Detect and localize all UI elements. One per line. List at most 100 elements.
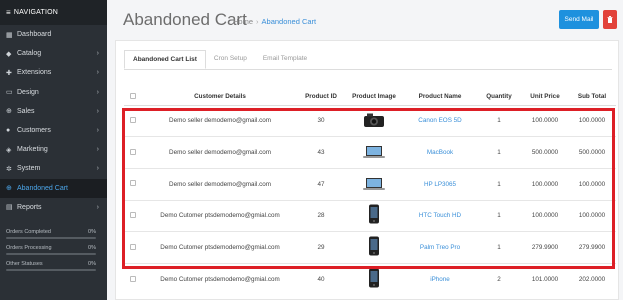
table-row[interactable]: Demo Cutomer ptsdemodemo@gmial.com 28 HTC … [124, 199, 616, 232]
unit-price-cell: 279.9900 [522, 231, 568, 264]
laptop-icon[interactable] [362, 175, 386, 193]
column-header: Product Image [344, 89, 404, 106]
sidebar-item-design[interactable]: ▭ Design › [0, 83, 107, 102]
product-name-link[interactable]: HP LP3065 [424, 181, 456, 188]
product-image-cell [344, 231, 404, 264]
phone-icon[interactable] [362, 236, 386, 256]
product-id-cell: 43 [298, 136, 344, 169]
table-row[interactable]: Demo seller demodemo@gmail.com 43 MacBook 1… [124, 136, 616, 169]
sidebar-item-reports[interactable]: ▤ Reports › [0, 198, 107, 217]
chevron-right-icon: › [96, 127, 99, 135]
customer-details-cell: Demo Cutomer ptsdemodemo@gmial.com [142, 231, 298, 264]
unit-price-cell: 100.0000 [522, 167, 568, 201]
breadcrumb-separator: › [256, 17, 259, 26]
sidebar-item-label: System [17, 165, 41, 173]
sub-total-cell: 100.0000 [568, 199, 616, 232]
breadcrumb-home[interactable]: Home [233, 17, 253, 26]
sidebar-item-label: Catalog [17, 50, 42, 58]
progress-bar [6, 269, 96, 271]
sub-total-cell: 202.0000 [568, 262, 616, 296]
breadcrumb-current[interactable]: Abandoned Cart [262, 17, 317, 26]
tab-abandoned-cart-list[interactable]: Abandoned Cart List [124, 50, 206, 69]
column-header[interactable]: Unit Price [522, 89, 568, 106]
quantity-cell: 1 [476, 167, 522, 201]
delete-button[interactable] [603, 10, 617, 29]
camera-icon[interactable] [362, 111, 386, 129]
product-image-cell [344, 167, 404, 201]
sidebar-item-catalog[interactable]: ◆ Catalog › [0, 44, 107, 63]
row-checkbox[interactable] [130, 275, 136, 282]
stat-orders-completed: Orders Completed 0% [6, 229, 96, 239]
stat-label: Orders Processing [6, 245, 52, 251]
tab-cron-setup[interactable]: Cron Setup [206, 50, 255, 69]
row-select-cell [124, 231, 142, 264]
progress-bar [6, 253, 96, 255]
column-header[interactable]: Product ID [298, 89, 344, 106]
sidebar-item-label: Dashboard [17, 31, 52, 39]
product-name-cell: HTC Touch HD [404, 199, 476, 232]
chevron-right-icon: › [96, 165, 99, 173]
product-id-cell: 29 [298, 231, 344, 264]
row-checkbox[interactable] [130, 148, 136, 155]
monitor-icon: ▭ [6, 89, 13, 97]
stat-label: Other Statuses [6, 261, 43, 267]
row-checkbox[interactable] [130, 116, 136, 123]
product-name-link[interactable]: HTC Touch HD [419, 212, 461, 219]
product-name-link[interactable]: Palm Treo Pro [420, 244, 460, 251]
row-select-cell [124, 167, 142, 201]
quantity-cell: 1 [476, 231, 522, 264]
product-name-cell: iPhone [404, 262, 476, 296]
sidebar-item-customers[interactable]: ● Customers › [0, 121, 107, 140]
sidebar-item-abandoned-cart[interactable]: ⊕ Abandoned Cart [0, 178, 107, 198]
cart-panel: Abandoned Cart List Cron Setup Email Tem… [115, 40, 619, 300]
laptop-icon[interactable] [362, 143, 386, 161]
column-header[interactable]: Product Name [404, 89, 476, 106]
sub-total-cell: 100.0000 [568, 104, 616, 137]
quantity-cell: 1 [476, 199, 522, 232]
product-image-cell [344, 262, 404, 296]
chart-icon: ▤ [6, 204, 13, 212]
sidebar-item-system[interactable]: ✲ System › [0, 159, 107, 178]
product-name-cell: Palm Treo Pro [404, 231, 476, 264]
sidebar-item-label: Design [17, 88, 39, 96]
stat-value: 0% [88, 229, 96, 235]
product-name-link[interactable]: iPhone [430, 276, 450, 283]
table-row[interactable]: Demo Cutomer ptsdemodemo@gmial.com 29 Palm… [124, 231, 616, 264]
row-select-cell [124, 104, 142, 137]
column-header[interactable]: Quantity [476, 89, 522, 106]
phone-icon[interactable] [362, 204, 386, 224]
unit-price-cell: 500.0000 [522, 136, 568, 169]
customer-details-cell: Demo Cutomer ptsdemodemo@gmial.com [142, 199, 298, 232]
stat-orders-processing: Orders Processing 0% [6, 245, 96, 255]
sidebar-item-extensions[interactable]: ✚ Extensions › [0, 63, 107, 82]
sidebar-item-dashboard[interactable]: ▦ Dashboard [0, 25, 107, 44]
sidebar-item-sales[interactable]: ⊕ Sales › [0, 102, 107, 121]
chevron-right-icon: › [96, 69, 99, 77]
product-name-link[interactable]: MacBook [427, 149, 453, 156]
table-row[interactable]: Demo Cutomer ptsdemodemo@gmial.com 40 iPho… [124, 262, 616, 296]
select-all-checkbox[interactable] [130, 92, 136, 99]
product-image-cell [344, 199, 404, 232]
table-row[interactable]: Demo seller demodemo@gmail.com 47 HP LP306… [124, 167, 616, 201]
column-header[interactable]: Customer Details [142, 89, 298, 106]
chevron-right-icon: › [96, 203, 99, 211]
customer-details-cell: Demo Cutomer ptsdemodemo@gmial.com [142, 262, 298, 296]
tab-email-template[interactable]: Email Template [255, 50, 315, 69]
table-row[interactable]: Demo seller demodemo@gmail.com 30 Canon EO… [124, 104, 616, 137]
row-checkbox[interactable] [130, 180, 136, 187]
column-header[interactable]: Sub Total [568, 89, 616, 106]
tab-bar: Abandoned Cart List Cron Setup Email Tem… [124, 50, 315, 69]
product-name-link[interactable]: Canon EOS 5D [418, 117, 461, 124]
sidebar-item-label: Extensions [17, 69, 52, 77]
product-image-cell [344, 104, 404, 137]
row-select-cell [124, 136, 142, 169]
tab-divider [124, 69, 612, 70]
row-checkbox[interactable] [130, 243, 136, 250]
phone-icon[interactable] [362, 268, 386, 288]
customer-details-cell: Demo seller demodemo@gmail.com [142, 136, 298, 169]
sidebar-item-marketing[interactable]: ◈ Marketing › [0, 140, 107, 159]
chevron-right-icon: › [96, 50, 99, 58]
page-title: Abandoned Cart [123, 10, 247, 29]
send-mail-button[interactable]: Send Mail [559, 10, 599, 29]
row-checkbox[interactable] [130, 211, 136, 218]
